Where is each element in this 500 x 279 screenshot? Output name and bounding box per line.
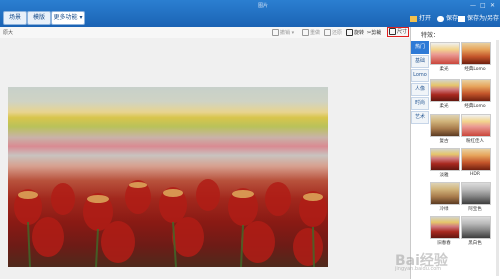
watermark-url: jingyan.baidu.com bbox=[395, 266, 442, 272]
effect-item[interactable]: 经典Lomo bbox=[461, 42, 491, 72]
effect-label: 经典Lomo bbox=[464, 67, 486, 72]
tab-more-functions[interactable]: 更多功能 ▾ bbox=[51, 11, 85, 25]
tulip-field-graphic bbox=[14, 179, 327, 267]
effect-thumbnail bbox=[461, 216, 491, 239]
category-tab-basic[interactable]: 基础 bbox=[411, 55, 429, 68]
undo-icon bbox=[272, 29, 279, 36]
panel-scrollbar[interactable] bbox=[496, 40, 499, 276]
rotate-label: 旋转 bbox=[354, 30, 365, 36]
effect-item[interactable]: 淡雅 bbox=[430, 148, 460, 178]
tab-more-functions-label: 更多功能 bbox=[53, 14, 78, 21]
effect-thumbnail bbox=[461, 42, 491, 65]
undo-button[interactable]: 撤销 ▾ bbox=[272, 29, 294, 36]
chevron-down-icon: ▾ bbox=[79, 14, 83, 21]
effect-item[interactable]: 旧春春 bbox=[430, 216, 460, 246]
effect-thumbnail bbox=[430, 182, 460, 205]
rotate-icon bbox=[346, 29, 353, 36]
effect-thumbnail bbox=[461, 182, 491, 205]
redo-icon bbox=[302, 29, 309, 36]
effect-item[interactable]: HDR bbox=[461, 148, 491, 177]
window-title: 图片 bbox=[258, 3, 269, 9]
maximize-button[interactable]: □ bbox=[480, 2, 486, 9]
effect-item[interactable]: 黑白色 bbox=[461, 216, 491, 246]
minimize-button[interactable]: — bbox=[470, 2, 476, 9]
save-as-label: 保存为/另存 bbox=[467, 15, 500, 22]
title-bar: 图片 场景 模版 更多功能 ▾ — □ ✕ 打开 保存 保存为/另存 bbox=[0, 0, 500, 27]
effect-item[interactable]: 复古 bbox=[430, 114, 460, 144]
effect-label: 黑白色 bbox=[468, 241, 482, 246]
effect-item[interactable]: 阿宝色 bbox=[461, 182, 491, 212]
effect-label: 阿宝色 bbox=[468, 207, 482, 212]
open-label: 打开 bbox=[419, 15, 432, 22]
undo-label: 撤销 bbox=[280, 30, 291, 36]
crop-button[interactable]: ✂剪裁 bbox=[367, 29, 381, 36]
category-tab-art[interactable]: 艺术 bbox=[411, 111, 429, 124]
category-tab-portrait[interactable]: 人像 bbox=[411, 83, 429, 96]
restore-icon bbox=[324, 29, 331, 36]
save-icon bbox=[437, 15, 444, 22]
open-button[interactable]: 打开 bbox=[410, 13, 431, 22]
effect-item[interactable]: 柔光 bbox=[430, 42, 460, 72]
effect-item[interactable]: 经典Lomo bbox=[461, 79, 491, 109]
folder-icon bbox=[410, 15, 417, 22]
disk-icon bbox=[458, 15, 465, 22]
resize-label: 尺寸 bbox=[397, 29, 408, 35]
tab-template[interactable]: 模版 bbox=[27, 11, 51, 25]
rotate-button[interactable]: 旋转 bbox=[346, 29, 364, 36]
restore-label: 还原 bbox=[332, 30, 343, 36]
save-label: 保存 bbox=[446, 15, 459, 22]
effect-thumbnail bbox=[430, 148, 460, 171]
effect-label: 经典Lomo bbox=[464, 104, 486, 109]
category-tab-fashion[interactable]: 时尚 bbox=[411, 97, 429, 110]
effect-item[interactable]: 冷绿 bbox=[430, 182, 460, 212]
effect-thumbnail bbox=[461, 114, 491, 137]
zoom-label[interactable]: 原大 bbox=[3, 29, 13, 36]
effect-thumbnail bbox=[461, 79, 491, 102]
effect-label: HDR bbox=[470, 172, 480, 177]
effect-label: 柔光 bbox=[439, 104, 449, 109]
effect-thumbnail bbox=[461, 148, 491, 171]
effect-thumbnail bbox=[430, 114, 460, 137]
effect-label: 冷绿 bbox=[439, 207, 449, 212]
category-tab-hot[interactable]: 热门 bbox=[411, 41, 429, 54]
effect-label: 淡雅 bbox=[439, 173, 449, 178]
effects-header: 特效： bbox=[421, 32, 440, 39]
effect-item[interactable]: 柔光 bbox=[430, 79, 460, 109]
crop-label: 剪裁 bbox=[371, 30, 382, 36]
effect-item[interactable]: 粉红佳人 bbox=[461, 114, 491, 144]
save-as-button[interactable]: 保存为/另存 bbox=[458, 13, 499, 22]
effect-label: 粉红佳人 bbox=[466, 139, 484, 144]
category-tab-lomo[interactable]: Lomo bbox=[411, 69, 429, 82]
redo-label: 重做 bbox=[310, 30, 321, 36]
effect-thumbnail bbox=[430, 42, 460, 65]
effect-categories: 热门 基础 Lomo 人像 时尚 艺术 bbox=[411, 41, 429, 125]
effect-label: 复古 bbox=[439, 139, 449, 144]
effect-thumbnail bbox=[430, 79, 460, 102]
resize-icon bbox=[389, 28, 396, 35]
effect-label: 柔光 bbox=[439, 67, 449, 72]
tulip-photo bbox=[8, 87, 328, 267]
save-button[interactable]: 保存 bbox=[437, 13, 458, 22]
tab-scene[interactable]: 场景 bbox=[3, 11, 27, 25]
restore-button[interactable]: 还原 bbox=[324, 29, 342, 36]
effect-label: 旧春春 bbox=[437, 241, 451, 246]
resize-button[interactable]: 尺寸 bbox=[387, 27, 410, 37]
close-button[interactable]: ✕ bbox=[490, 2, 495, 9]
effect-thumbnail bbox=[430, 216, 460, 239]
redo-button[interactable]: 重做 bbox=[302, 29, 320, 36]
